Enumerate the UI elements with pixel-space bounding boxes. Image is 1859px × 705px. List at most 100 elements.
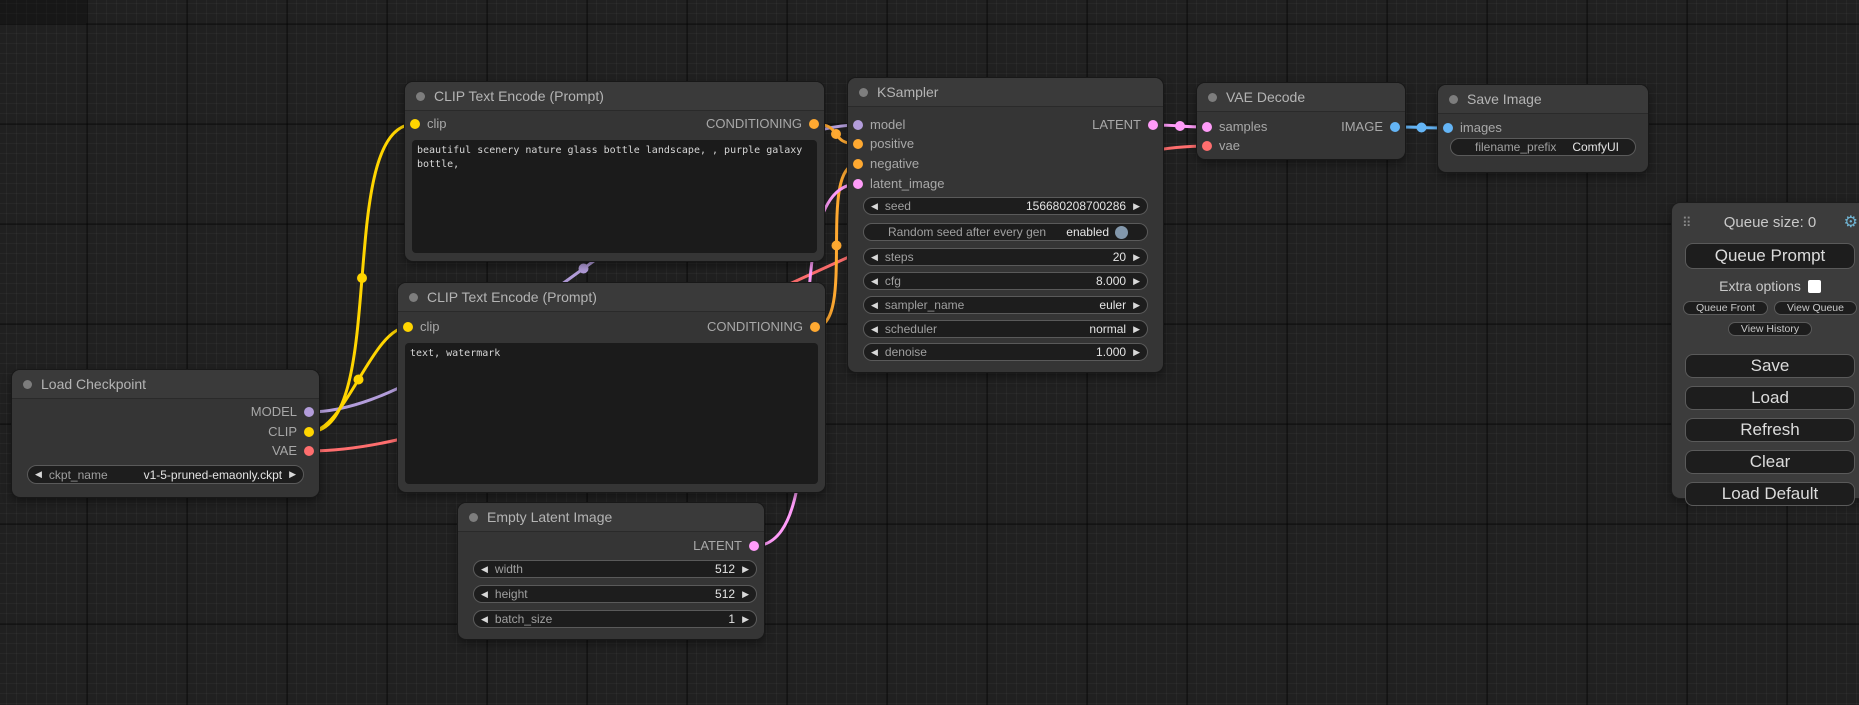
collapse-dot-icon[interactable] [416, 92, 425, 101]
save-button[interactable]: Save [1685, 354, 1855, 378]
prompt-textarea[interactable]: text, watermark [405, 343, 818, 484]
denoise-widget[interactable]: ◀denoise1.000▶ [863, 343, 1148, 361]
clip-input-dot[interactable] [410, 119, 420, 129]
increment-arrow-icon[interactable]: ▶ [735, 589, 756, 600]
decrement-arrow-icon[interactable]: ◀ [864, 300, 885, 311]
refresh-button[interactable]: Refresh [1685, 418, 1855, 442]
increment-arrow-icon[interactable]: ▶ [735, 614, 756, 625]
link-midpoint-dot [1417, 123, 1427, 133]
node-clip-encode-negative[interactable]: CLIP Text Encode (Prompt)clipCONDITIONIN… [398, 283, 825, 492]
node-load-checkpoint[interactable]: Load CheckpointMODELCLIPVAE◀ckpt_namev1-… [12, 370, 319, 497]
batch-size-widget[interactable]: ◀batch_size1▶ [473, 610, 757, 628]
input-slot-label-positive: positive [870, 136, 914, 151]
decrement-arrow-icon[interactable]: ◀ [864, 324, 885, 335]
node-title-bar[interactable]: Load Checkpoint [12, 370, 319, 399]
latent-output-dot[interactable] [1148, 120, 1158, 130]
sampler-name-widget[interactable]: ◀sampler_nameeuler▶ [863, 296, 1148, 314]
image-output-dot[interactable] [1390, 122, 1400, 132]
queue-panel: ⠿ Queue size: 0 ⚙ Queue Prompt Extra opt… [1672, 203, 1859, 498]
width-widget[interactable]: ◀width512▶ [473, 560, 757, 578]
node-save-image[interactable]: Save Image images filename_prefixComfyUI [1438, 85, 1648, 172]
load-default-button[interactable]: Load Default [1685, 482, 1855, 506]
random-seed-toggle-icon[interactable] [1115, 226, 1128, 239]
gear-icon[interactable]: ⚙ [1844, 214, 1858, 232]
collapse-dot-icon[interactable] [859, 88, 868, 97]
filename-prefix-widget[interactable]: filename_prefixComfyUI [1450, 138, 1636, 156]
vae-output-dot[interactable] [304, 446, 314, 456]
view-history-button[interactable]: View History [1728, 322, 1812, 336]
node-title-bar[interactable]: CLIP Text Encode (Prompt) [405, 82, 824, 111]
node-title-label: KSampler [877, 84, 938, 100]
decrement-arrow-icon[interactable]: ◀ [864, 276, 885, 287]
collapse-dot-icon[interactable] [23, 380, 32, 389]
conditioning-input-dot[interactable] [853, 159, 863, 169]
decrement-arrow-icon[interactable]: ◀ [864, 252, 885, 263]
queue-size-label: Queue size: 0 [1724, 214, 1817, 231]
cfg-widget[interactable]: ◀cfg8.000▶ [863, 272, 1148, 290]
view-queue-button[interactable]: View Queue [1774, 301, 1857, 315]
node-ksampler[interactable]: KSamplermodelpositivenegativelatent_imag… [848, 78, 1163, 372]
node-clip-encode-positive[interactable]: CLIP Text Encode (Prompt)clipCONDITIONIN… [405, 82, 824, 261]
conditioning-output-dot[interactable] [810, 322, 820, 332]
clear-button[interactable]: Clear [1685, 450, 1855, 474]
latent-input-dot[interactable] [1202, 122, 1212, 132]
collapse-dot-icon[interactable] [469, 513, 478, 522]
node-title-bar[interactable]: CLIP Text Encode (Prompt) [398, 283, 825, 312]
conditioning-output-dot[interactable] [809, 119, 819, 129]
input-slot-label-images: images [1460, 120, 1502, 135]
vae-input-dot[interactable] [1202, 141, 1212, 151]
model-input-dot[interactable] [853, 120, 863, 130]
node-title-bar[interactable]: KSampler [848, 78, 1163, 107]
clip-output-dot[interactable] [304, 427, 314, 437]
increment-arrow-icon[interactable]: ▶ [282, 469, 303, 480]
node-vae-decode[interactable]: VAE DecodesamplesvaeIMAGE [1197, 83, 1405, 159]
collapse-dot-icon[interactable] [409, 293, 418, 302]
output-slot-label-conditioning: CONDITIONING [707, 319, 803, 334]
image-input-dot[interactable] [1443, 123, 1453, 133]
random-seed-after-every-gen-widget[interactable]: Random seed after every genenabled [863, 223, 1148, 241]
node-empty-latent[interactable]: Empty Latent ImageLATENT◀width512▶◀heigh… [458, 503, 764, 639]
widget-label: filename_prefix [1467, 140, 1556, 154]
increment-arrow-icon[interactable]: ▶ [1126, 252, 1147, 263]
widget-value: 1.000 [927, 345, 1126, 359]
node-title-label: Empty Latent Image [487, 509, 612, 525]
height-widget[interactable]: ◀height512▶ [473, 585, 757, 603]
load-button[interactable]: Load [1685, 386, 1855, 410]
node-title-bar[interactable]: VAE Decode [1197, 83, 1405, 112]
increment-arrow-icon[interactable]: ▶ [1126, 300, 1147, 311]
decrement-arrow-icon[interactable]: ◀ [474, 589, 495, 600]
scheduler-widget[interactable]: ◀schedulernormal▶ [863, 320, 1148, 338]
output-slot-label-vae: VAE [272, 443, 297, 458]
extra-options-checkbox[interactable] [1808, 280, 1821, 293]
increment-arrow-icon[interactable]: ▶ [1126, 276, 1147, 287]
decrement-arrow-icon[interactable]: ◀ [474, 564, 495, 575]
decrement-arrow-icon[interactable]: ◀ [864, 347, 885, 358]
comfyui-canvas[interactable]: Load CheckpointMODELCLIPVAE◀ckpt_namev1-… [0, 0, 1859, 705]
link-midpoint-dot [357, 273, 367, 283]
queue-prompt-button[interactable]: Queue Prompt [1685, 243, 1855, 269]
decrement-arrow-icon[interactable]: ◀ [864, 201, 885, 212]
prompt-textarea[interactable]: beautiful scenery nature glass bottle la… [412, 140, 817, 253]
seed-widget[interactable]: ◀seed156680208700286▶ [863, 197, 1148, 215]
collapse-dot-icon[interactable] [1449, 95, 1458, 104]
queue-front-button[interactable]: Queue Front [1683, 301, 1768, 315]
node-title-bar[interactable]: Empty Latent Image [458, 503, 764, 532]
node-title-bar[interactable]: Save Image [1438, 85, 1648, 114]
increment-arrow-icon[interactable]: ▶ [1126, 201, 1147, 212]
increment-arrow-icon[interactable]: ▶ [1126, 347, 1147, 358]
widget-label: scheduler [885, 322, 937, 336]
increment-arrow-icon[interactable]: ▶ [735, 564, 756, 575]
collapse-dot-icon[interactable] [1208, 93, 1217, 102]
latent-input-dot[interactable] [853, 179, 863, 189]
decrement-arrow-icon[interactable]: ◀ [474, 614, 495, 625]
model-output-dot[interactable] [304, 407, 314, 417]
conditioning-input-dot[interactable] [853, 139, 863, 149]
latent-output-dot[interactable] [749, 541, 759, 551]
ckpt-name-widget[interactable]: ◀ckpt_namev1-5-pruned-emaonly.ckpt▶ [27, 465, 304, 484]
drag-handle-icon[interactable]: ⠿ [1682, 215, 1691, 231]
increment-arrow-icon[interactable]: ▶ [1126, 324, 1147, 335]
decrement-arrow-icon[interactable]: ◀ [28, 469, 49, 480]
node-title-label: CLIP Text Encode (Prompt) [427, 289, 597, 305]
steps-widget[interactable]: ◀steps20▶ [863, 248, 1148, 266]
clip-input-dot[interactable] [403, 322, 413, 332]
